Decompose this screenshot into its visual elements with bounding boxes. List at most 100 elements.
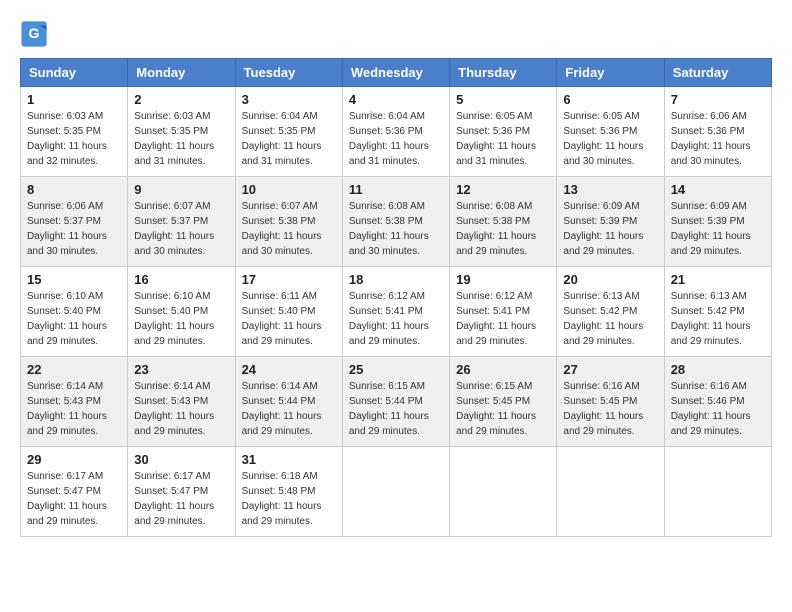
calendar-cell [450,447,557,537]
day-info: Sunrise: 6:15 AMSunset: 5:44 PMDaylight:… [349,379,443,439]
day-info: Sunrise: 6:12 AMSunset: 5:41 PMDaylight:… [456,289,550,349]
day-info: Sunrise: 6:10 AMSunset: 5:40 PMDaylight:… [134,289,228,349]
day-info: Sunrise: 6:05 AMSunset: 5:36 PMDaylight:… [563,109,657,169]
day-number: 2 [134,92,228,107]
calendar-cell: 28 Sunrise: 6:16 AMSunset: 5:46 PMDaylig… [664,357,771,447]
day-number: 3 [242,92,336,107]
day-number: 1 [27,92,121,107]
calendar-cell: 18 Sunrise: 6:12 AMSunset: 5:41 PMDaylig… [342,267,449,357]
calendar-cell: 27 Sunrise: 6:16 AMSunset: 5:45 PMDaylig… [557,357,664,447]
day-info: Sunrise: 6:03 AMSunset: 5:35 PMDaylight:… [134,109,228,169]
calendar-cell [342,447,449,537]
day-info: Sunrise: 6:11 AMSunset: 5:40 PMDaylight:… [242,289,336,349]
day-info: Sunrise: 6:03 AMSunset: 5:35 PMDaylight:… [27,109,121,169]
calendar-cell: 16 Sunrise: 6:10 AMSunset: 5:40 PMDaylig… [128,267,235,357]
day-number: 13 [563,182,657,197]
calendar-cell: 9 Sunrise: 6:07 AMSunset: 5:37 PMDayligh… [128,177,235,267]
calendar-cell: 31 Sunrise: 6:18 AMSunset: 5:48 PMDaylig… [235,447,342,537]
calendar-cell: 21 Sunrise: 6:13 AMSunset: 5:42 PMDaylig… [664,267,771,357]
day-number: 31 [242,452,336,467]
day-number: 22 [27,362,121,377]
day-info: Sunrise: 6:07 AMSunset: 5:38 PMDaylight:… [242,199,336,259]
calendar-cell [557,447,664,537]
day-info: Sunrise: 6:16 AMSunset: 5:45 PMDaylight:… [563,379,657,439]
calendar-cell: 26 Sunrise: 6:15 AMSunset: 5:45 PMDaylig… [450,357,557,447]
calendar-week-row: 8 Sunrise: 6:06 AMSunset: 5:37 PMDayligh… [21,177,772,267]
day-info: Sunrise: 6:18 AMSunset: 5:48 PMDaylight:… [242,469,336,529]
page-header: G [20,20,772,48]
calendar-cell: 15 Sunrise: 6:10 AMSunset: 5:40 PMDaylig… [21,267,128,357]
day-number: 5 [456,92,550,107]
calendar-cell: 4 Sunrise: 6:04 AMSunset: 5:36 PMDayligh… [342,87,449,177]
weekday-header: Wednesday [342,59,449,87]
day-number: 10 [242,182,336,197]
calendar-cell: 25 Sunrise: 6:15 AMSunset: 5:44 PMDaylig… [342,357,449,447]
day-number: 21 [671,272,765,287]
day-info: Sunrise: 6:09 AMSunset: 5:39 PMDaylight:… [671,199,765,259]
calendar-cell: 1 Sunrise: 6:03 AMSunset: 5:35 PMDayligh… [21,87,128,177]
day-number: 18 [349,272,443,287]
day-number: 17 [242,272,336,287]
calendar-week-row: 22 Sunrise: 6:14 AMSunset: 5:43 PMDaylig… [21,357,772,447]
calendar-cell: 13 Sunrise: 6:09 AMSunset: 5:39 PMDaylig… [557,177,664,267]
calendar-cell: 12 Sunrise: 6:08 AMSunset: 5:38 PMDaylig… [450,177,557,267]
calendar-cell: 8 Sunrise: 6:06 AMSunset: 5:37 PMDayligh… [21,177,128,267]
calendar-cell: 24 Sunrise: 6:14 AMSunset: 5:44 PMDaylig… [235,357,342,447]
day-info: Sunrise: 6:16 AMSunset: 5:46 PMDaylight:… [671,379,765,439]
day-number: 14 [671,182,765,197]
day-number: 27 [563,362,657,377]
day-number: 8 [27,182,121,197]
day-info: Sunrise: 6:12 AMSunset: 5:41 PMDaylight:… [349,289,443,349]
calendar-week-row: 1 Sunrise: 6:03 AMSunset: 5:35 PMDayligh… [21,87,772,177]
day-number: 6 [563,92,657,107]
weekday-header: Monday [128,59,235,87]
day-number: 30 [134,452,228,467]
day-info: Sunrise: 6:10 AMSunset: 5:40 PMDaylight:… [27,289,121,349]
calendar-cell: 5 Sunrise: 6:05 AMSunset: 5:36 PMDayligh… [450,87,557,177]
day-number: 16 [134,272,228,287]
calendar-cell: 14 Sunrise: 6:09 AMSunset: 5:39 PMDaylig… [664,177,771,267]
calendar-cell: 23 Sunrise: 6:14 AMSunset: 5:43 PMDaylig… [128,357,235,447]
calendar-cell: 30 Sunrise: 6:17 AMSunset: 5:47 PMDaylig… [128,447,235,537]
weekday-header: Saturday [664,59,771,87]
day-info: Sunrise: 6:14 AMSunset: 5:43 PMDaylight:… [27,379,121,439]
day-number: 15 [27,272,121,287]
weekday-header: Friday [557,59,664,87]
day-number: 29 [27,452,121,467]
weekday-header: Tuesday [235,59,342,87]
calendar-cell: 29 Sunrise: 6:17 AMSunset: 5:47 PMDaylig… [21,447,128,537]
calendar-cell: 3 Sunrise: 6:04 AMSunset: 5:35 PMDayligh… [235,87,342,177]
calendar-cell: 22 Sunrise: 6:14 AMSunset: 5:43 PMDaylig… [21,357,128,447]
calendar-week-row: 29 Sunrise: 6:17 AMSunset: 5:47 PMDaylig… [21,447,772,537]
day-number: 4 [349,92,443,107]
calendar: SundayMondayTuesdayWednesdayThursdayFrid… [20,58,772,537]
day-number: 11 [349,182,443,197]
day-number: 9 [134,182,228,197]
day-info: Sunrise: 6:04 AMSunset: 5:36 PMDaylight:… [349,109,443,169]
day-number: 25 [349,362,443,377]
day-info: Sunrise: 6:06 AMSunset: 5:36 PMDaylight:… [671,109,765,169]
day-info: Sunrise: 6:14 AMSunset: 5:43 PMDaylight:… [134,379,228,439]
calendar-cell: 2 Sunrise: 6:03 AMSunset: 5:35 PMDayligh… [128,87,235,177]
weekday-header: Sunday [21,59,128,87]
calendar-header-row: SundayMondayTuesdayWednesdayThursdayFrid… [21,59,772,87]
day-number: 23 [134,362,228,377]
day-info: Sunrise: 6:08 AMSunset: 5:38 PMDaylight:… [456,199,550,259]
day-info: Sunrise: 6:17 AMSunset: 5:47 PMDaylight:… [134,469,228,529]
day-info: Sunrise: 6:04 AMSunset: 5:35 PMDaylight:… [242,109,336,169]
day-number: 26 [456,362,550,377]
logo: G [20,20,52,48]
calendar-cell: 17 Sunrise: 6:11 AMSunset: 5:40 PMDaylig… [235,267,342,357]
day-info: Sunrise: 6:13 AMSunset: 5:42 PMDaylight:… [671,289,765,349]
day-info: Sunrise: 6:07 AMSunset: 5:37 PMDaylight:… [134,199,228,259]
day-info: Sunrise: 6:09 AMSunset: 5:39 PMDaylight:… [563,199,657,259]
day-info: Sunrise: 6:06 AMSunset: 5:37 PMDaylight:… [27,199,121,259]
day-number: 19 [456,272,550,287]
calendar-cell: 7 Sunrise: 6:06 AMSunset: 5:36 PMDayligh… [664,87,771,177]
calendar-cell: 20 Sunrise: 6:13 AMSunset: 5:42 PMDaylig… [557,267,664,357]
day-number: 20 [563,272,657,287]
day-info: Sunrise: 6:15 AMSunset: 5:45 PMDaylight:… [456,379,550,439]
day-number: 7 [671,92,765,107]
logo-icon: G [20,20,48,48]
calendar-cell: 11 Sunrise: 6:08 AMSunset: 5:38 PMDaylig… [342,177,449,267]
